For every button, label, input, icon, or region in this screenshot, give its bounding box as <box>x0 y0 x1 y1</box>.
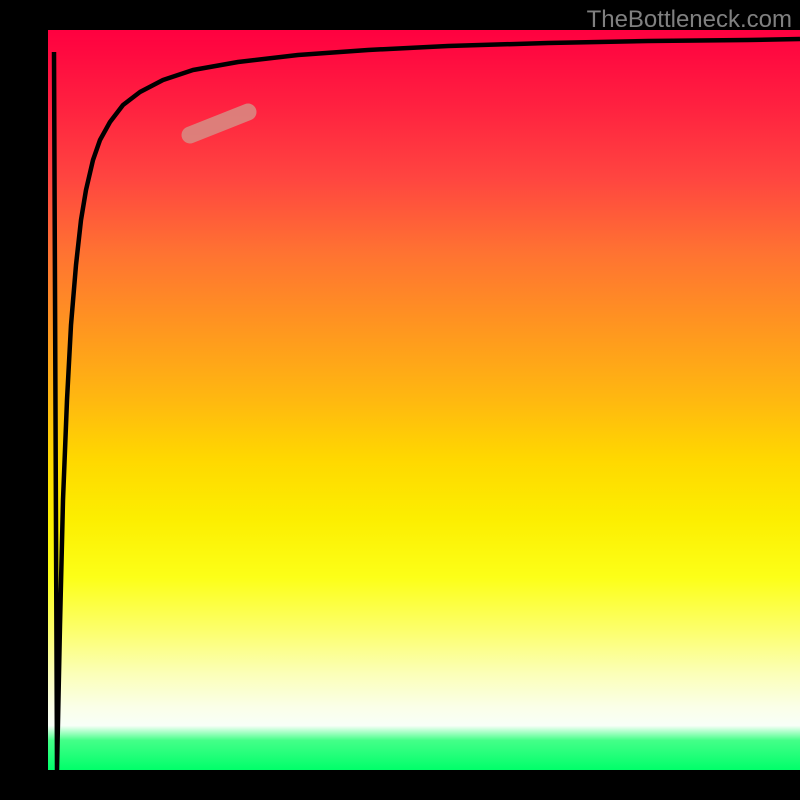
y-axis-gutter <box>0 0 48 800</box>
curve-highlight-marker <box>190 112 248 135</box>
curve-layer <box>48 30 800 770</box>
watermark-text: TheBottleneck.com <box>587 6 792 34</box>
plot-area <box>48 30 800 770</box>
chart-container: TheBottleneck.com <box>0 0 800 800</box>
x-axis-gutter <box>0 770 800 800</box>
bottleneck-curve <box>54 39 800 770</box>
